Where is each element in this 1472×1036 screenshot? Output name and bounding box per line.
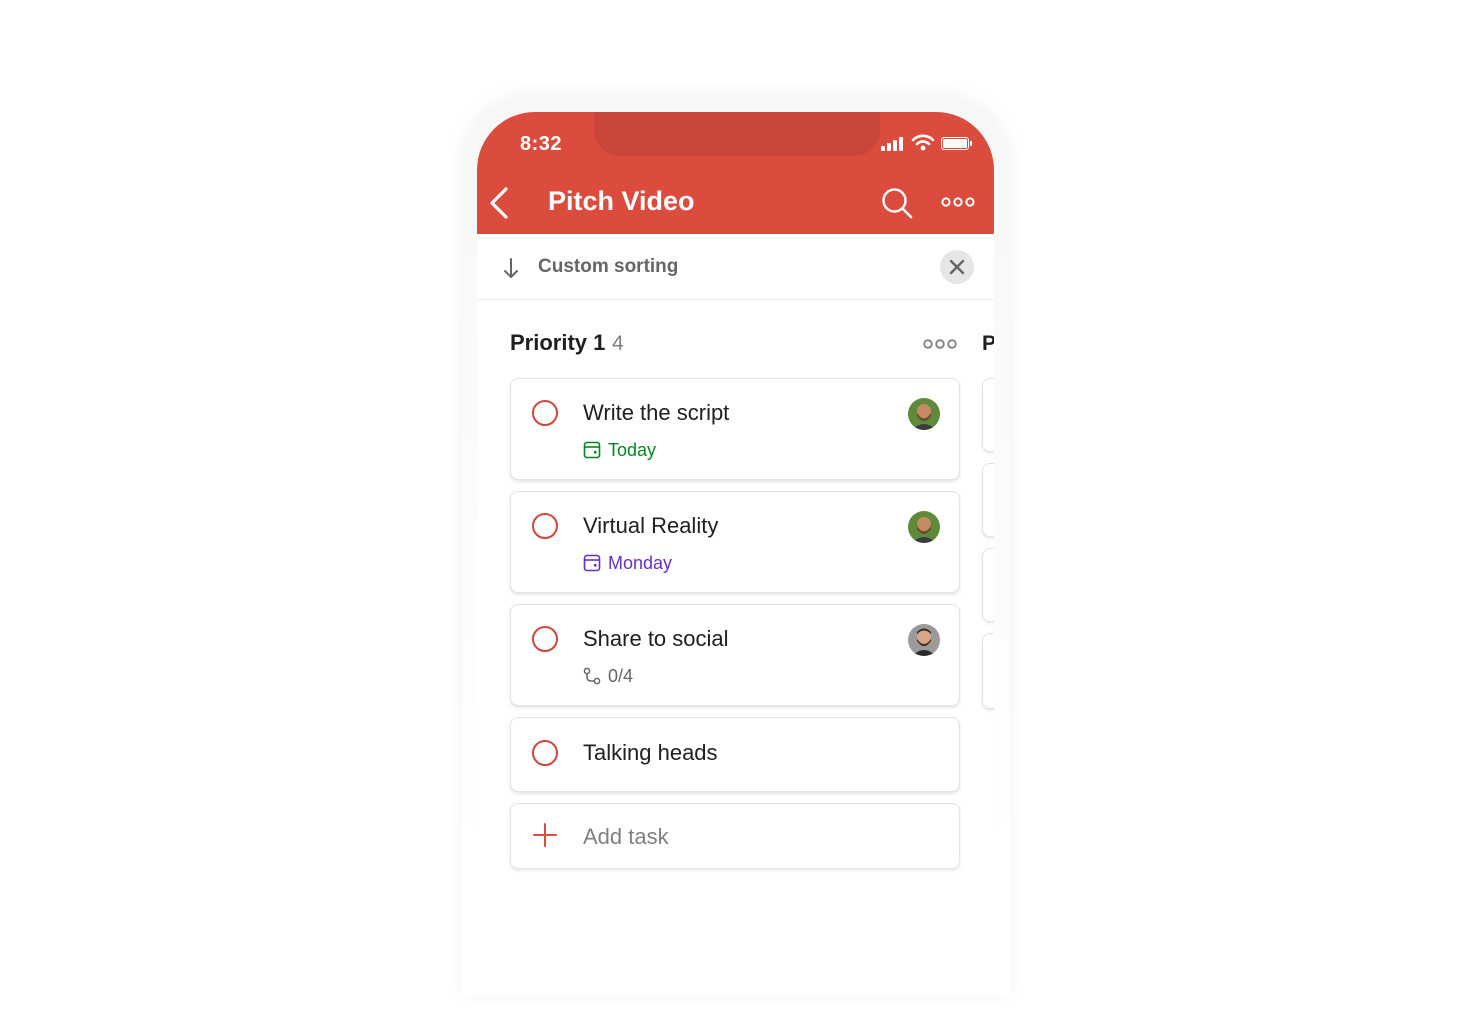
wifi-icon <box>911 134 935 151</box>
close-icon <box>949 259 965 275</box>
next-section-card[interactable] <box>982 548 994 622</box>
search-icon[interactable] <box>881 187 913 219</box>
section-more-icon[interactable] <box>923 337 957 351</box>
subtask-progress: 0/4 <box>608 666 634 686</box>
assignee-avatar[interactable] <box>908 511 940 543</box>
task-checkbox[interactable] <box>532 740 558 766</box>
clear-sort-button[interactable] <box>940 250 974 284</box>
section-task-count: 4 <box>612 332 624 355</box>
next-section-title[interactable]: P <box>982 332 994 356</box>
bottom-fade <box>477 852 994 972</box>
task-due-label: Today <box>608 440 657 460</box>
arrow-down-icon <box>504 258 518 278</box>
user-avatar-icon <box>908 398 940 430</box>
signal-icon <box>881 134 907 154</box>
plus-icon <box>533 823 557 847</box>
calendar-icon <box>583 441 601 459</box>
task-checkbox[interactable] <box>532 400 558 426</box>
add-task-label: Add task <box>583 824 669 849</box>
task-card[interactable]: Talking heads <box>510 717 960 792</box>
task-card[interactable]: Write the script Today <box>510 378 960 480</box>
next-section-card[interactable] <box>982 633 994 709</box>
user-avatar-icon <box>908 511 940 543</box>
task-title: Write the script <box>583 400 730 425</box>
subtask-icon <box>583 667 601 685</box>
next-section-card[interactable] <box>982 463 994 537</box>
user-avatar-icon <box>908 624 940 656</box>
phone-screen: 8:32 Pitch Video Custom sorting Priority… <box>477 112 994 972</box>
next-section-card[interactable] <box>982 378 994 452</box>
task-card[interactable]: Virtual Reality Monday <box>510 491 960 593</box>
task-checkbox[interactable] <box>532 626 558 652</box>
assignee-avatar[interactable] <box>908 624 940 656</box>
more-options-icon[interactable] <box>941 194 975 210</box>
battery-icon <box>941 137 972 150</box>
sort-label[interactable]: Custom sorting <box>538 256 678 278</box>
page-title: Pitch Video <box>548 186 695 216</box>
task-title: Share to social <box>583 626 729 651</box>
task-card[interactable]: Share to social 0/4 <box>510 604 960 706</box>
sort-bar: Custom sorting <box>477 234 994 300</box>
task-due-label: Monday <box>608 553 673 573</box>
app-header: 8:32 Pitch Video <box>477 112 994 234</box>
section-title: Priority 1 <box>510 330 606 355</box>
task-title: Virtual Reality <box>583 513 719 538</box>
assignee-avatar[interactable] <box>908 398 940 430</box>
task-checkbox[interactable] <box>532 513 558 539</box>
status-time: 8:32 <box>520 133 563 155</box>
device-notch <box>594 112 880 156</box>
calendar-icon <box>583 554 601 572</box>
task-title: Talking heads <box>583 740 718 765</box>
back-button[interactable] <box>487 186 511 220</box>
